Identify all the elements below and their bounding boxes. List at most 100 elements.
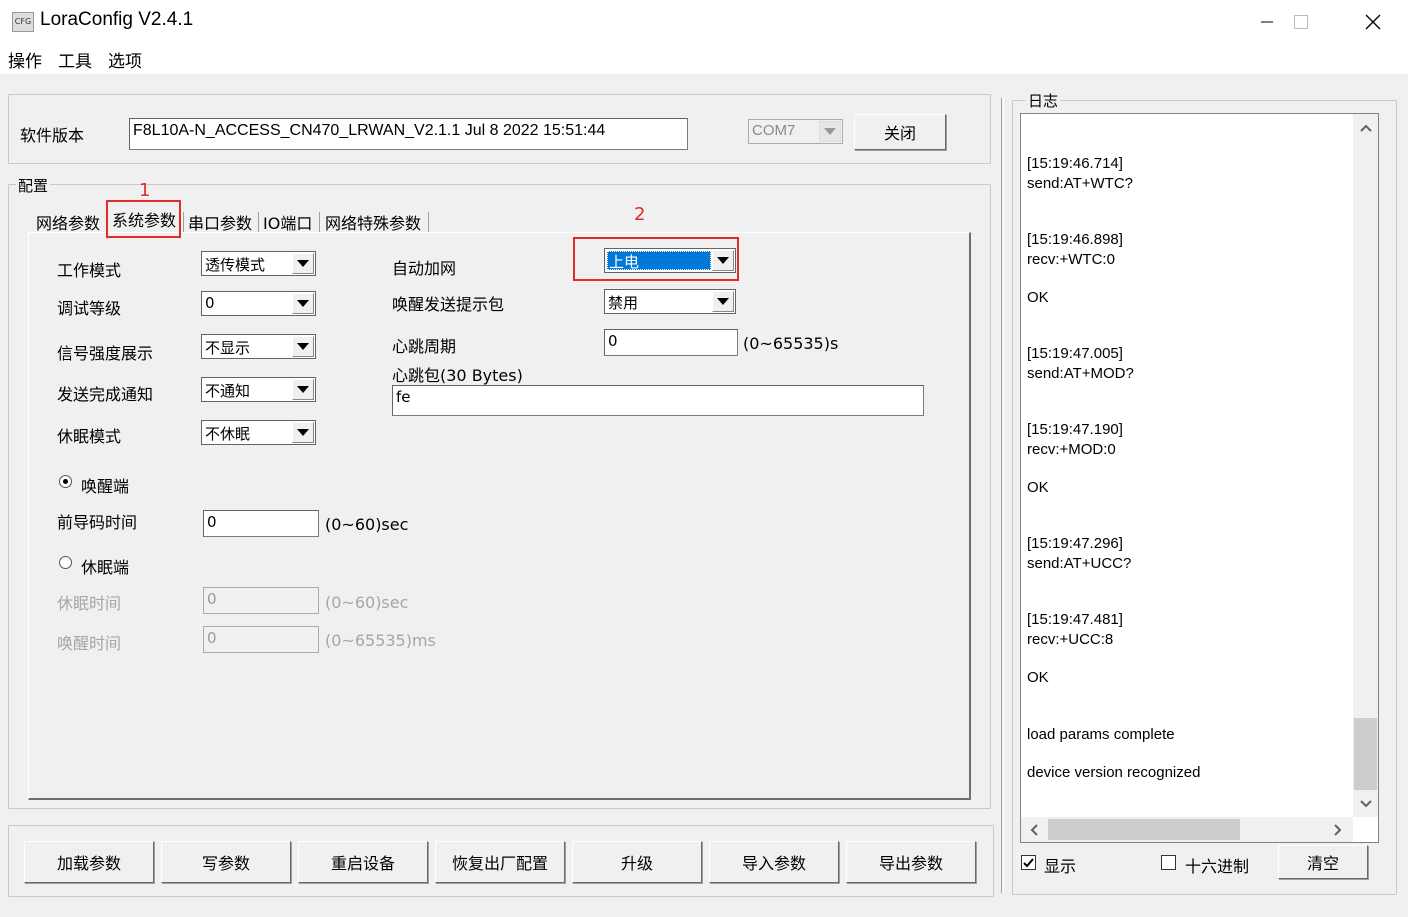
- heartbeat-package-input[interactable]: fe: [392, 385, 924, 416]
- auto-join-label: 自动加网: [392, 259, 457, 278]
- menu-options[interactable]: 选项: [108, 47, 142, 72]
- port-select[interactable]: COM7: [748, 119, 843, 144]
- sleep-mode-select[interactable]: 不休眠: [201, 420, 316, 445]
- menu-tools[interactable]: 工具: [58, 47, 92, 72]
- close-port-button[interactable]: 关闭: [854, 114, 946, 150]
- log-line: OK: [1027, 479, 1049, 496]
- log-line: OK: [1027, 289, 1049, 306]
- chevron-down-icon: [292, 379, 314, 400]
- menu-operate[interactable]: 操作: [8, 47, 42, 72]
- scroll-down-button[interactable]: [1353, 792, 1378, 816]
- scroll-right-button[interactable]: [1326, 818, 1350, 841]
- window-title: LoraConfig V2.4.1: [40, 9, 194, 30]
- panel-splitter[interactable]: [1001, 98, 1004, 893]
- log-line: [15:19:46.714]: [1027, 155, 1123, 172]
- signal-strength-value: 不显示: [205, 339, 251, 357]
- preamble-time-unit: (0~60)sec: [325, 515, 409, 534]
- heartbeat-period-label: 心跳周期: [392, 337, 457, 356]
- title-bar: [0, 0, 1408, 44]
- chevron-left-icon: [1030, 823, 1038, 836]
- preamble-time-input[interactable]: 0: [203, 510, 319, 537]
- log-line: [15:19:47.481]: [1027, 611, 1123, 628]
- wake-time-unit: (0~65535)ms: [325, 631, 436, 650]
- send-notify-select[interactable]: 不通知: [201, 377, 316, 402]
- scroll-up-button[interactable]: [1353, 116, 1378, 140]
- chevron-down-icon: [292, 253, 314, 274]
- tab-panel: [28, 232, 971, 800]
- load-params-button[interactable]: 加载参数: [24, 841, 154, 883]
- wake-time-label: 唤醒时间: [57, 634, 122, 653]
- clear-log-button[interactable]: 清空: [1278, 845, 1368, 879]
- signal-strength-select[interactable]: 不显示: [201, 334, 316, 359]
- tab-network-params[interactable]: 网络参数: [32, 210, 104, 234]
- restart-device-button[interactable]: 重启设备: [298, 841, 428, 883]
- check-icon: [1023, 858, 1034, 868]
- wake-tip-label: 唤醒发送提示包: [392, 295, 505, 314]
- log-line: device version recognized: [1027, 764, 1201, 781]
- heartbeat-package-label: 心跳包(30 Bytes): [392, 366, 523, 385]
- upgrade-button[interactable]: 升级: [572, 841, 702, 883]
- debug-level-label: 调试等级: [57, 299, 122, 318]
- sleep-time-unit: (0~60)sec: [325, 593, 409, 612]
- scroll-thumb-vertical[interactable]: [1354, 718, 1377, 790]
- show-checkbox[interactable]: [1021, 855, 1036, 870]
- tab-network-special-params[interactable]: 网络特殊参数: [321, 210, 425, 234]
- wake-tip-value: 禁用: [608, 294, 639, 312]
- tab-io-port[interactable]: IO端口: [259, 210, 316, 234]
- scroll-left-button[interactable]: [1022, 818, 1046, 841]
- annotation-box-1: [106, 200, 181, 238]
- hex-checkbox[interactable]: [1161, 855, 1176, 870]
- debug-level-select[interactable]: 0: [201, 291, 316, 316]
- log-line: send:AT+UCC?: [1027, 555, 1132, 572]
- chevron-down-icon: [712, 250, 734, 271]
- auto-join-value: 上电: [609, 253, 640, 271]
- chevron-up-icon: [1359, 124, 1372, 132]
- wake-end-radio[interactable]: [59, 475, 72, 488]
- send-notify-value: 不通知: [205, 382, 251, 400]
- log-line: load params complete: [1027, 726, 1175, 743]
- annotation-number-1: 1: [139, 180, 151, 201]
- maximize-button[interactable]: [1266, 0, 1336, 44]
- hex-label: 十六进制: [1185, 857, 1250, 876]
- log-line: [15:19:47.190]: [1027, 421, 1123, 438]
- log-line: [15:19:46.898]: [1027, 231, 1123, 248]
- tab-divider: [428, 212, 429, 232]
- import-params-button[interactable]: 导入参数: [709, 841, 839, 883]
- export-params-button[interactable]: 导出参数: [846, 841, 976, 883]
- chevron-down-icon: [1359, 800, 1372, 808]
- signal-strength-label: 信号强度展示: [57, 344, 154, 363]
- chevron-down-icon: [292, 293, 314, 314]
- app-icon: CFG: [12, 12, 34, 32]
- factory-reset-button[interactable]: 恢复出厂配置: [435, 841, 565, 883]
- scroll-thumb-horizontal[interactable]: [1048, 819, 1240, 840]
- log-group-label: 日志: [1026, 90, 1061, 111]
- maximize-icon: [1294, 15, 1308, 29]
- log-line: [15:19:47.005]: [1027, 345, 1123, 362]
- version-label: 软件版本: [20, 126, 85, 145]
- auto-join-select[interactable]: 上电: [604, 248, 736, 273]
- heartbeat-period-input[interactable]: 0: [604, 329, 738, 356]
- work-mode-select[interactable]: 透传模式: [201, 251, 316, 276]
- chevron-down-icon: [292, 422, 314, 443]
- chevron-right-icon: [1334, 823, 1342, 836]
- wake-time-input[interactable]: 0: [203, 626, 319, 653]
- log-line: OK: [1027, 669, 1049, 686]
- heartbeat-period-unit: (0~65535)s: [743, 334, 839, 353]
- close-icon: [1365, 14, 1381, 30]
- write-params-button[interactable]: 写参数: [161, 841, 291, 883]
- tab-serial-params[interactable]: 串口参数: [184, 210, 256, 234]
- log-line: send:AT+WTC?: [1027, 175, 1134, 192]
- sleep-end-radio[interactable]: [59, 556, 72, 569]
- log-line: recv:+UCC:8: [1027, 631, 1114, 648]
- sleep-time-input[interactable]: 0: [203, 587, 319, 614]
- annotation-number-2: 2: [634, 204, 646, 225]
- log-line: send:AT+MOD?: [1027, 365, 1134, 382]
- log-vertical-scrollbar[interactable]: [1353, 114, 1378, 817]
- debug-level-value: 0: [205, 294, 215, 312]
- wake-tip-select[interactable]: 禁用: [604, 289, 736, 314]
- close-window-button[interactable]: [1338, 0, 1408, 44]
- sleep-mode-value: 不休眠: [205, 425, 251, 443]
- version-field[interactable]: F8L10A-N_ACCESS_CN470_LRWAN_V2.1.1 Jul 8…: [129, 118, 688, 150]
- preamble-time-label: 前导码时间: [57, 513, 138, 532]
- sleep-time-label: 休眠时间: [57, 594, 122, 613]
